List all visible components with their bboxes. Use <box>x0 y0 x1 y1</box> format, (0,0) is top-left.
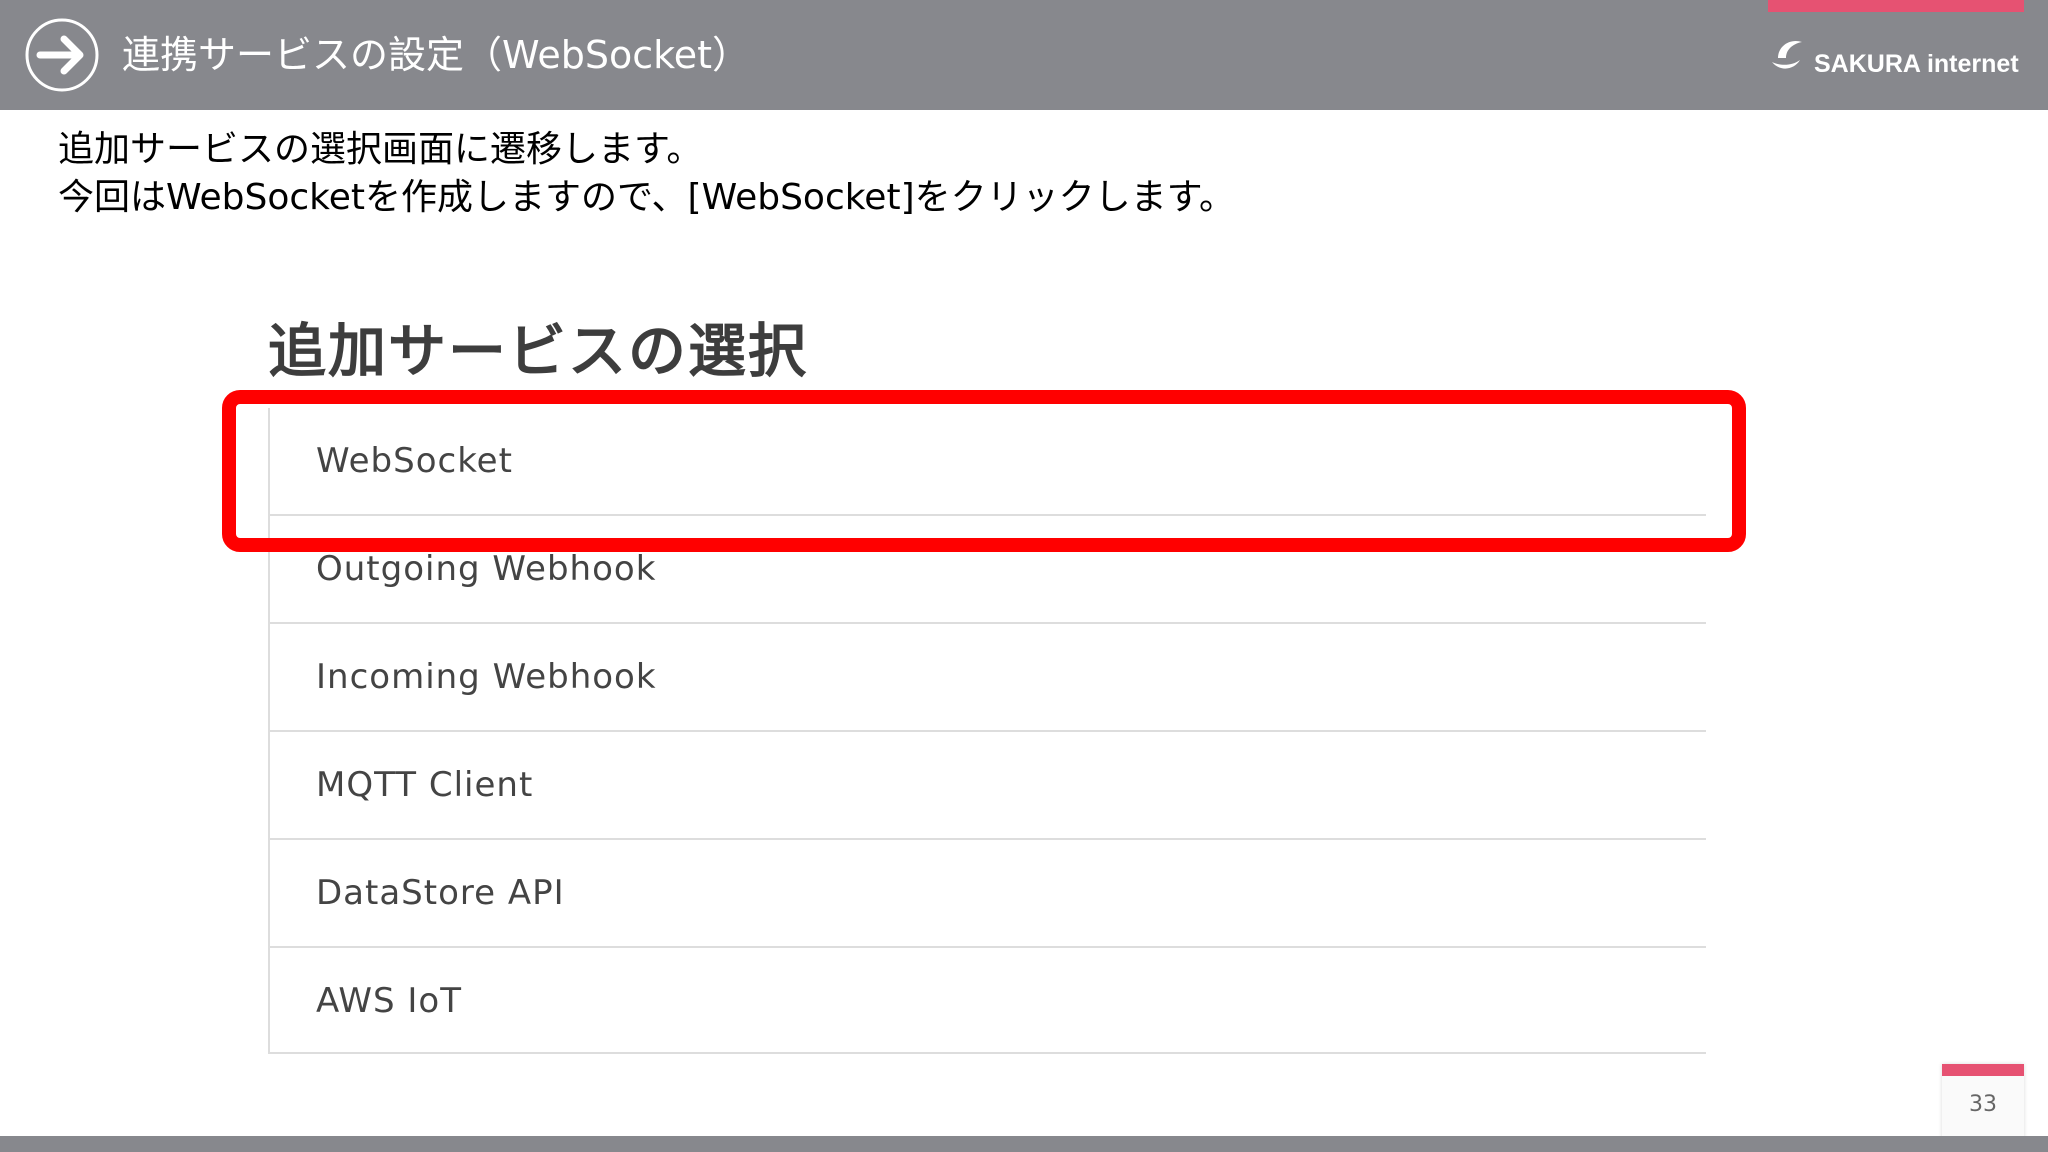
page-number: 33 <box>1969 1092 1997 1117</box>
panel-title: 追加サービスの選択 <box>268 317 809 385</box>
instruction-line-1: 追加サービスの選択画面に遷移します。 <box>58 129 703 170</box>
service-item-aws-iot[interactable]: AWS IoT <box>270 948 1706 1054</box>
sakura-logo: SAKURA internet <box>1770 36 2019 86</box>
logo-text: SAKURA internet <box>1814 50 2019 78</box>
slide-title: 連携サービスの設定（WebSocket） <box>122 33 751 77</box>
arrow-right-circle-icon <box>25 18 99 92</box>
instruction-line-2: 今回はWebSocketを作成しますので、[WebSocket]をクリックします… <box>58 177 1236 218</box>
service-label: Incoming Webhook <box>316 657 657 697</box>
service-label: MQTT Client <box>316 765 534 805</box>
service-list: WebSocket Outgoing Webhook Incoming Webh… <box>268 408 1706 1054</box>
service-label: DataStore API <box>316 873 565 913</box>
page-number-tab: 33 <box>1942 1064 2024 1142</box>
service-label: AWS IoT <box>316 981 463 1021</box>
service-item-websocket[interactable]: WebSocket <box>270 408 1706 516</box>
page-tab-accent <box>1942 1064 2024 1076</box>
service-label: WebSocket <box>316 441 513 481</box>
service-item-mqtt-client[interactable]: MQTT Client <box>270 732 1706 840</box>
service-item-incoming-webhook[interactable]: Incoming Webhook <box>270 624 1706 732</box>
footer-bar <box>0 1136 2048 1152</box>
sakura-logo-icon <box>1772 40 1802 69</box>
service-label: Outgoing Webhook <box>316 549 657 589</box>
instruction-text: 追加サービスの選択画面に遷移します。 今回はWebSocketを作成しますので、… <box>58 126 1235 222</box>
slide-header: 連携サービスの設定（WebSocket） SAKURA internet <box>0 0 2048 110</box>
service-item-datastore-api[interactable]: DataStore API <box>270 840 1706 948</box>
service-item-outgoing-webhook[interactable]: Outgoing Webhook <box>270 516 1706 624</box>
header-accent-bar <box>1768 0 2024 12</box>
